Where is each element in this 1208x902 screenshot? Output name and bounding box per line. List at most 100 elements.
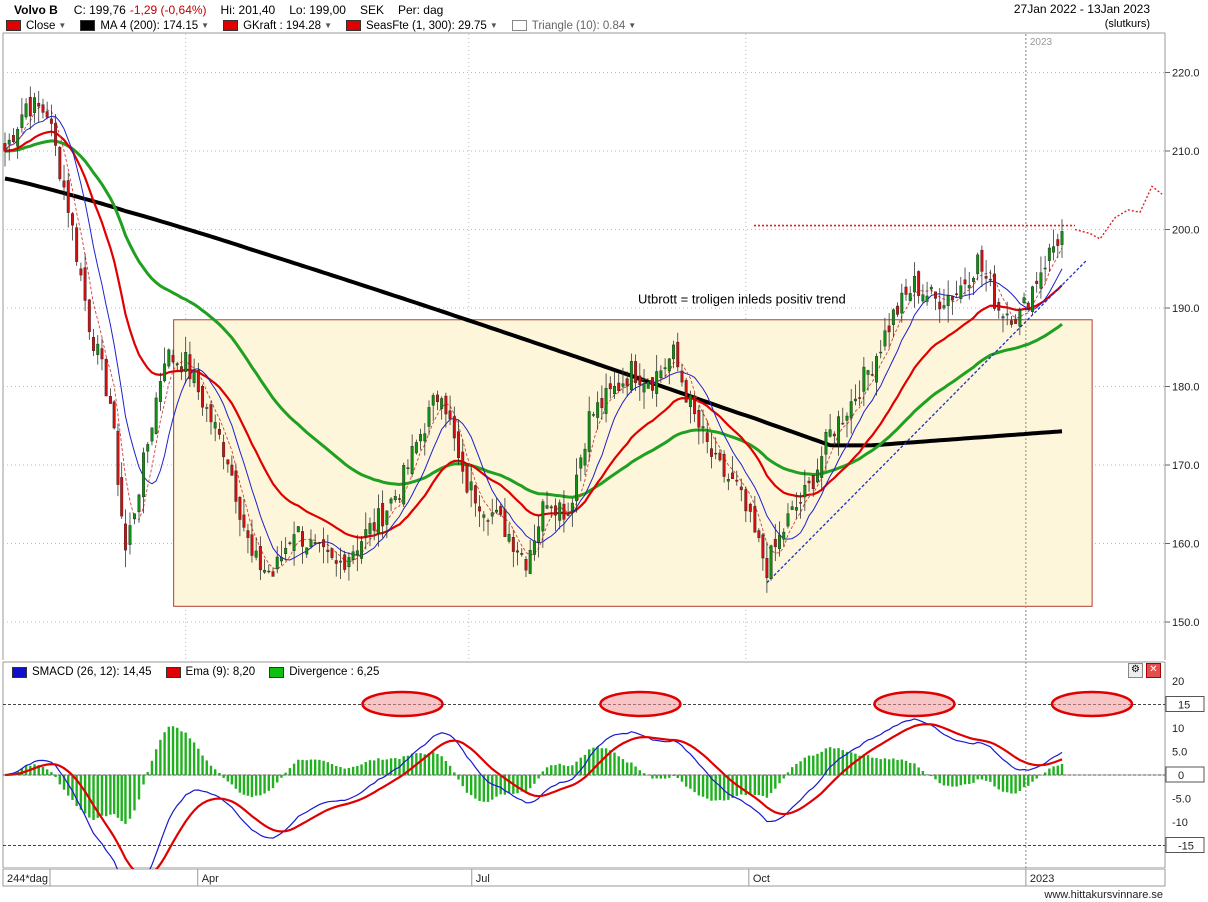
divergence-bar — [41, 767, 45, 775]
candle — [499, 506, 503, 515]
year-marker: 2023 — [1030, 37, 1053, 48]
candle — [718, 452, 722, 461]
divergence-bar — [154, 749, 158, 775]
candle — [701, 426, 705, 428]
candle — [870, 374, 874, 376]
candle — [414, 442, 418, 454]
divergence-bar — [904, 760, 908, 775]
divergence-bar — [254, 775, 258, 796]
divergence-bar — [782, 775, 785, 779]
divergence-bar — [984, 775, 988, 781]
divergence-bar — [579, 757, 582, 775]
projection-line — [1074, 185, 1163, 240]
divergence-bar — [816, 753, 819, 775]
candle — [908, 293, 912, 302]
divergence-bar — [280, 775, 283, 778]
candle — [650, 377, 654, 391]
candle — [75, 227, 79, 262]
divergence-bar — [807, 755, 811, 775]
candle — [385, 510, 389, 525]
candle — [832, 433, 836, 437]
candle — [427, 407, 431, 427]
divergence-bar — [963, 775, 967, 785]
divergence-bar — [753, 775, 757, 796]
candle — [726, 478, 730, 482]
divergence-bar — [205, 760, 208, 775]
candle — [672, 344, 675, 360]
y-tick-label: 180.0 — [1172, 382, 1200, 394]
candle — [807, 480, 811, 484]
candle — [799, 502, 803, 504]
divergence-bar — [276, 775, 279, 783]
divergence-bar — [292, 763, 296, 775]
candle — [296, 526, 300, 533]
candle — [20, 114, 24, 128]
period-badge: 244*dag — [7, 873, 48, 885]
candle — [49, 118, 53, 124]
candle — [613, 385, 616, 395]
divergence-bar — [892, 758, 895, 775]
candle — [955, 293, 959, 295]
candle — [753, 506, 757, 533]
candle — [419, 434, 423, 442]
candle — [950, 296, 954, 301]
divergence-bar — [188, 738, 192, 775]
divergence-bar — [381, 759, 384, 775]
price-chart[interactable]: 150.0 160.0 170.0 180.0 190.0 200.0 210.0 220.0… — [0, 0, 1208, 660]
y-tick-label: 150.0 — [1172, 617, 1200, 629]
y-tick-label: 190.0 — [1172, 303, 1200, 315]
divergence-bar — [486, 775, 490, 802]
divergence-bar — [938, 775, 941, 784]
candle — [841, 422, 845, 425]
divergence-bar — [313, 759, 317, 775]
breakout-annotation: Utbrott = troligen inleds positiv trend — [638, 291, 846, 306]
candle — [646, 381, 650, 389]
indicator-tick-label: -15 — [1178, 841, 1194, 853]
candle — [222, 442, 226, 458]
divergence-bar — [507, 775, 511, 794]
candle — [600, 398, 604, 409]
divergence-bar — [142, 775, 145, 785]
candle — [883, 330, 887, 347]
candle — [230, 464, 234, 476]
divergence-bar — [271, 775, 275, 789]
candle — [541, 501, 545, 532]
candle — [45, 111, 49, 118]
divergence-bar — [1048, 768, 1051, 775]
divergence-bar — [980, 775, 984, 780]
candle — [381, 503, 385, 527]
divergence-bar — [176, 727, 179, 775]
divergence-bar — [351, 766, 355, 775]
divergence-bar — [655, 775, 658, 779]
divergence-bar — [774, 775, 777, 789]
x-tick-label: Apr — [202, 873, 219, 885]
candle — [196, 370, 200, 393]
candle — [912, 275, 916, 293]
divergence-bar — [820, 751, 823, 775]
candle — [1035, 280, 1039, 284]
divergence-bar — [749, 775, 752, 795]
candle — [440, 398, 444, 409]
divergence-bar — [516, 775, 519, 794]
candle — [486, 520, 490, 522]
candle — [175, 363, 179, 365]
divergence-bar — [330, 764, 334, 775]
y-tick-label: 170.0 — [1172, 460, 1200, 472]
candle — [1043, 267, 1047, 270]
divergence-bar — [124, 775, 127, 824]
divergence-bar — [377, 758, 380, 775]
candle — [963, 279, 967, 285]
candle — [917, 271, 921, 296]
divergence-bar — [541, 771, 545, 775]
candle — [879, 351, 883, 354]
divergence-bar — [545, 767, 549, 775]
candle — [1022, 297, 1026, 303]
site-footer: www.hittakursvinnare.se — [1044, 889, 1163, 901]
candle — [271, 571, 275, 577]
candle — [389, 498, 393, 504]
candle — [154, 397, 158, 434]
divergence-bar — [993, 775, 996, 787]
divergence-bar — [474, 775, 477, 799]
candle — [604, 388, 608, 414]
indicator-chart[interactable]: 20 15 10 5.0 0 -5.0 -10 -15 — [0, 660, 1208, 870]
